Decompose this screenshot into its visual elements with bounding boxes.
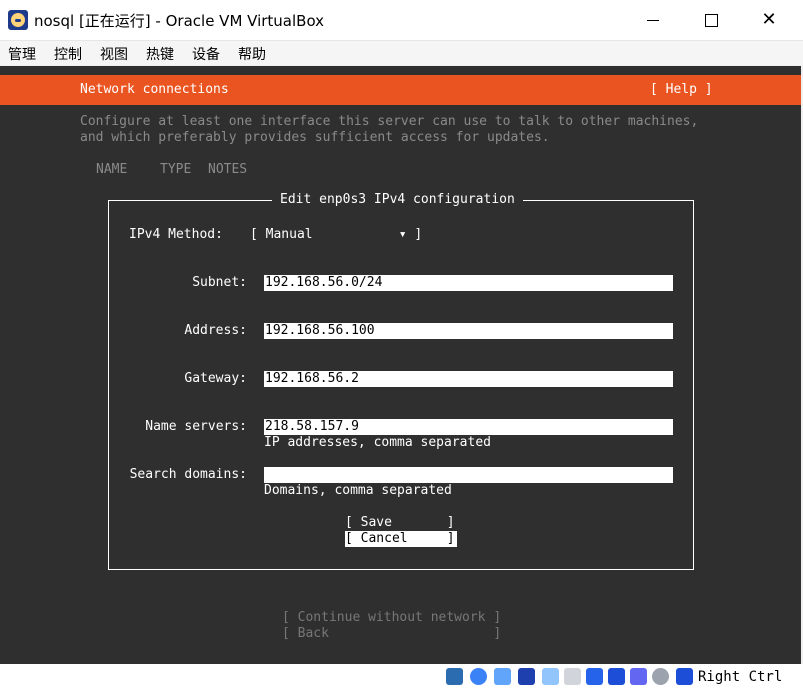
subnet-label: Subnet:: [192, 275, 247, 290]
help-button[interactable]: [ Help ]: [650, 82, 713, 97]
audio-icon[interactable]: [494, 668, 511, 685]
shared-folder-icon[interactable]: [564, 668, 581, 685]
address-field[interactable]: 192.168.56.100: [264, 323, 673, 339]
usb-icon[interactable]: [542, 668, 559, 685]
gateway-field[interactable]: 192.168.56.2: [264, 371, 673, 387]
network-icon[interactable]: [518, 668, 535, 685]
menu-devices[interactable]: 设备: [192, 44, 220, 64]
maximize-icon: [704, 14, 718, 27]
column-header-notes: NOTES: [208, 162, 248, 177]
vm-screen[interactable]: Network connections [ Help ] Configure a…: [0, 66, 801, 664]
hard-disk-icon[interactable]: [446, 668, 463, 685]
description-line-1: Configure at least one interface this se…: [80, 114, 699, 129]
installer-header: Network connections [ Help ]: [0, 75, 801, 105]
virtualbox-app-icon: [8, 10, 28, 30]
column-header-type: TYPE: [160, 162, 192, 177]
continue-without-network-button[interactable]: [ Continue without network ]: [282, 610, 501, 625]
save-button[interactable]: [ Save ]: [345, 515, 457, 531]
menu-help[interactable]: 帮助: [238, 44, 266, 64]
ipv4-method-label: IPv4 Method:: [129, 227, 223, 242]
maximize-button[interactable]: [682, 0, 740, 40]
keyboard-icon[interactable]: [676, 668, 693, 685]
optical-drive-icon[interactable]: [470, 668, 487, 685]
page-title: Network connections: [80, 82, 229, 97]
mouse-integration-icon[interactable]: [652, 668, 669, 685]
window-title: nosql [正在运行] - Oracle VM VirtualBox: [34, 12, 325, 30]
search-domains-hint: Domains, comma separated: [264, 483, 452, 498]
video-capture-icon[interactable]: [608, 668, 625, 685]
menu-control[interactable]: 控制: [54, 44, 82, 64]
menu-hotkeys[interactable]: 热键: [146, 44, 174, 64]
search-domains-field[interactable]: [264, 467, 673, 483]
subnet-field[interactable]: 192.168.56.0/24: [264, 275, 673, 291]
display-icon[interactable]: [586, 668, 603, 685]
title-bar: nosql [正在运行] - Oracle VM VirtualBox ✕: [0, 0, 803, 41]
recording-icon[interactable]: [630, 668, 647, 685]
dialog-title: Edit enp0s3 IPv4 configuration: [272, 192, 523, 207]
name-servers-field[interactable]: 218.58.157.9: [264, 419, 673, 435]
menu-bar: 管理 控制 视图 热键 设备 帮助: [0, 41, 803, 65]
host-key-label: Right Ctrl: [698, 669, 783, 685]
minimize-button[interactable]: [624, 0, 682, 40]
menu-view[interactable]: 视图: [100, 44, 128, 64]
page-description: Configure at least one interface this se…: [80, 114, 698, 146]
back-button[interactable]: [ Back ]: [282, 626, 501, 641]
gateway-label: Gateway:: [184, 371, 247, 386]
description-line-2: and which preferably provides sufficient…: [80, 130, 550, 145]
status-bar: Right Ctrl: [0, 664, 803, 690]
search-domains-label: Search domains:: [129, 467, 247, 482]
address-label: Address:: [184, 323, 247, 338]
ipv4-config-dialog: Edit enp0s3 IPv4 configuration IPv4 Meth…: [108, 192, 694, 570]
menu-manage[interactable]: 管理: [8, 44, 36, 64]
name-servers-hint: IP addresses, comma separated: [264, 435, 491, 450]
cancel-button[interactable]: [ Cancel ]: [345, 531, 457, 547]
name-servers-label: Name servers:: [145, 419, 247, 434]
minimize-icon: [647, 20, 659, 21]
close-button[interactable]: ✕: [740, 0, 798, 40]
close-icon: ✕: [761, 9, 777, 30]
column-header-name: NAME: [96, 162, 128, 177]
ipv4-method-select[interactable]: [ Manual ▾ ]: [250, 227, 422, 242]
